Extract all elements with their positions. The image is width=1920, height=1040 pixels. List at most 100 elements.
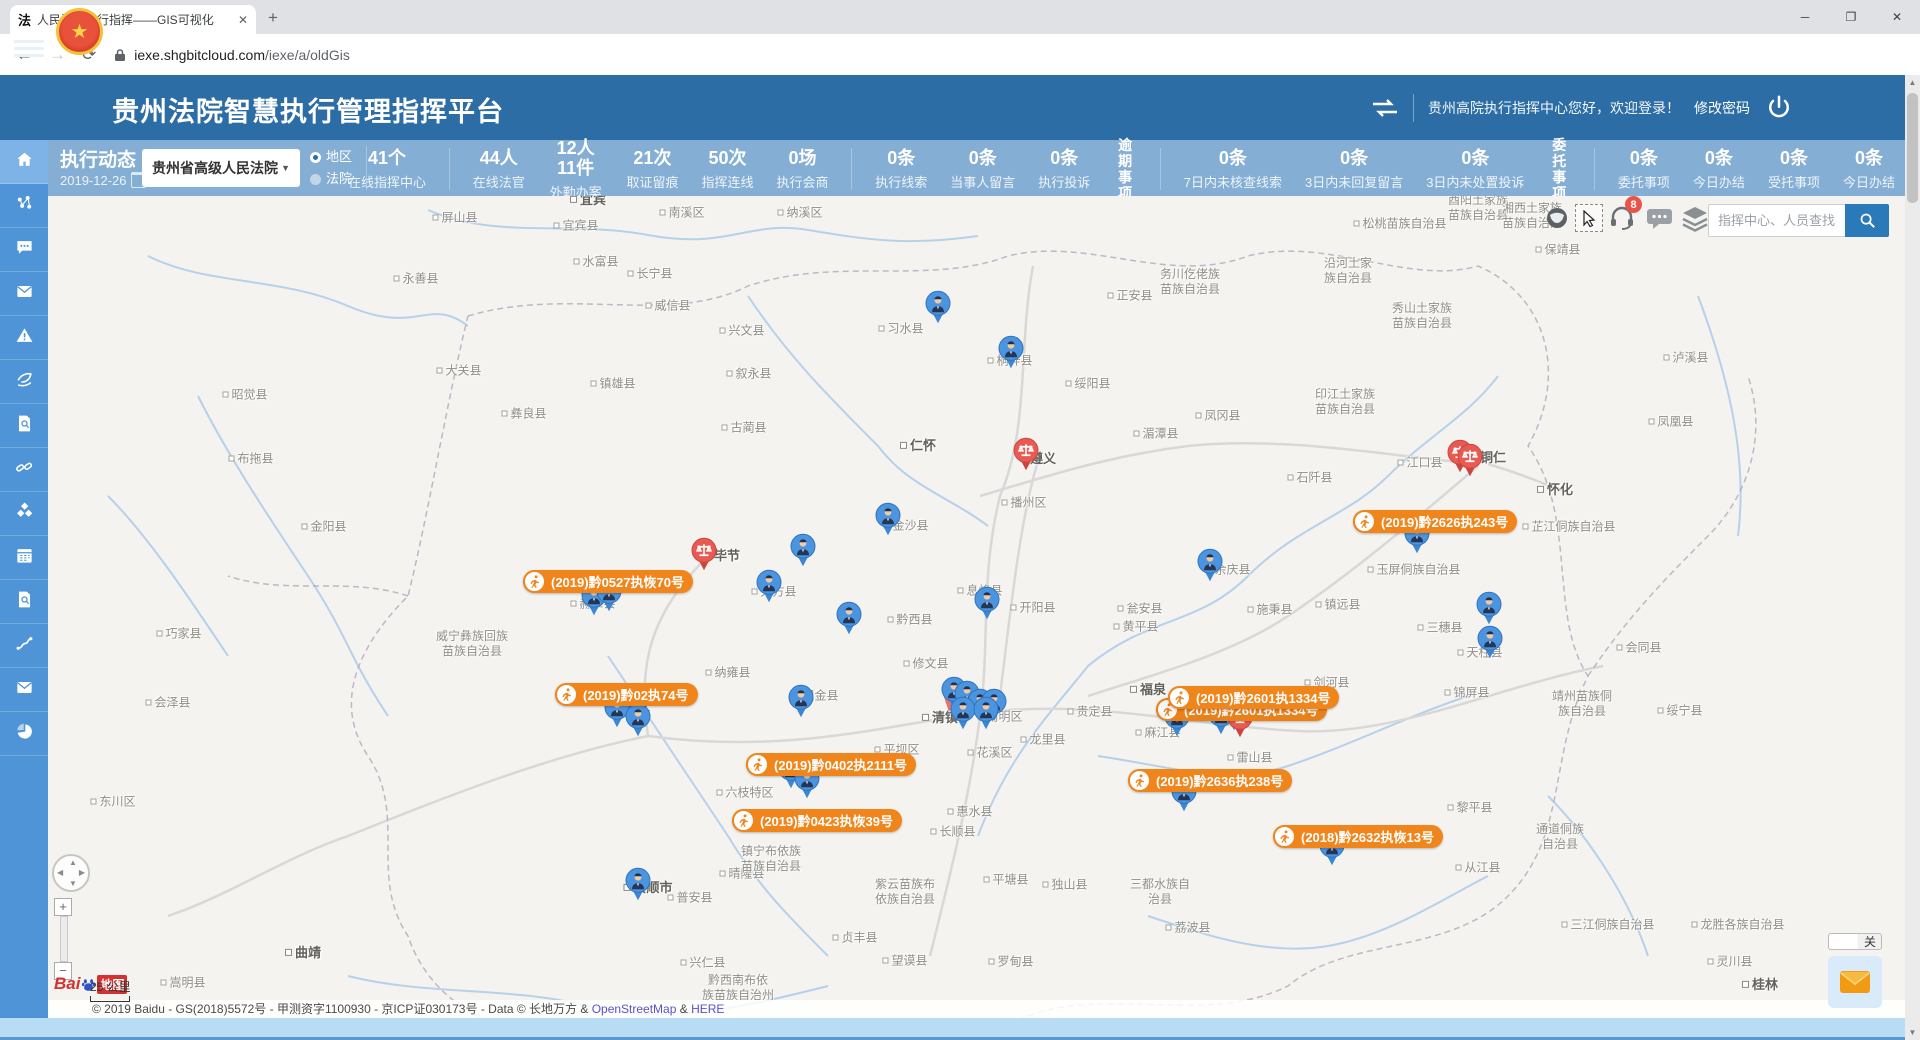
- case-number-label[interactable]: (2019)黔02执74号: [555, 683, 698, 706]
- select-tool-control[interactable]: [1575, 204, 1603, 232]
- officer-pin[interactable]: [756, 569, 782, 603]
- place-label: 黔西南布依 族苗族自治州: [702, 973, 774, 1003]
- osm-link[interactable]: OpenStreetMap: [592, 1002, 677, 1016]
- sidebar-item-link[interactable]: [0, 448, 48, 492]
- app-title: 贵州法院智慧执行管理指挥平台: [112, 90, 504, 129]
- url-bar[interactable]: iexe.shgbitcloud.com/iexe/a/oldGis: [114, 47, 1694, 63]
- pan-down-icon[interactable]: ▼: [69, 879, 77, 888]
- sidebar-item-doc-search[interactable]: [0, 580, 48, 624]
- officer-pin[interactable]: [625, 867, 651, 901]
- map-search-button[interactable]: [1845, 204, 1889, 237]
- officer-pin[interactable]: [1476, 591, 1502, 625]
- sidebar-item-chat[interactable]: [0, 228, 48, 272]
- sidebar-item-warning[interactable]: [0, 316, 48, 360]
- sidebar-item-org-chart[interactable]: [0, 184, 48, 228]
- sidebar-item-home[interactable]: [0, 140, 48, 184]
- sidebar-item-route[interactable]: [0, 624, 48, 668]
- officer-pin[interactable]: [1477, 625, 1503, 659]
- notification-badge[interactable]: 8: [1625, 196, 1642, 213]
- case-number-label[interactable]: (2019)黔0402执2111号: [746, 753, 916, 776]
- place-label: 瓮安县: [1117, 602, 1162, 617]
- place-label: 怀化: [1537, 482, 1573, 498]
- map-search-input[interactable]: [1708, 204, 1845, 237]
- sidebar-item-calendar[interactable]: [0, 536, 48, 580]
- switch-view-icon[interactable]: [1371, 98, 1399, 118]
- gis-map[interactable]: 屏山县宜宾宜宾县南溪区纳溪区水富县长宁县兴文县叙永县古蔺县习水县桐梓县正安县绥阳…: [48, 196, 1905, 1018]
- window-minimize-button[interactable]: ─: [1782, 0, 1828, 34]
- place-label: 纳雍县: [705, 666, 750, 681]
- zoom-track[interactable]: [60, 916, 68, 962]
- url-domain: iexe.shgbitcloud.com: [134, 47, 265, 63]
- vertical-scrollbar[interactable]: ▲ ▼: [1905, 75, 1920, 1040]
- place-label: 永善县: [393, 272, 438, 287]
- officer-pin[interactable]: [836, 601, 862, 635]
- case-number-label[interactable]: (2019)黔0423执恢39号: [732, 809, 902, 832]
- officer-pin[interactable]: [875, 502, 901, 536]
- pan-right-icon[interactable]: ▶: [79, 868, 85, 877]
- window-close-button[interactable]: ✕: [1874, 0, 1920, 34]
- place-label: 锦屏县: [1444, 686, 1489, 701]
- cursor-icon: [1582, 210, 1597, 227]
- stat-item: 0条当事人留言: [950, 148, 1015, 191]
- place-label: 曲靖: [285, 945, 321, 961]
- scroll-up-icon[interactable]: ▲: [1905, 75, 1920, 90]
- court-pin[interactable]: [1457, 443, 1483, 477]
- place-label: 威信县: [645, 299, 690, 314]
- layers-control[interactable]: [1681, 206, 1709, 232]
- runner-icon: [523, 570, 546, 593]
- scrollbar-thumb[interactable]: [1907, 93, 1918, 203]
- officer-pin[interactable]: [790, 533, 816, 567]
- stat-item: 0条受托事项: [1768, 148, 1820, 191]
- case-number-label[interactable]: (2019)黔2601执1334号: [1168, 686, 1339, 709]
- window-maximize-button[interactable]: ❐: [1828, 0, 1874, 34]
- officer-pin[interactable]: [1197, 548, 1223, 582]
- radio-court[interactable]: 法院: [310, 168, 352, 190]
- officer-pin[interactable]: [974, 586, 1000, 620]
- calendar-icon: [15, 546, 34, 570]
- place-label: 花溪区: [967, 746, 1012, 761]
- case-number-label[interactable]: (2018)黔2632执恢13号: [1273, 825, 1443, 848]
- case-number-label[interactable]: (2019)黔2636执238号: [1128, 769, 1292, 792]
- court-pin[interactable]: [1013, 437, 1039, 471]
- tab-close-icon[interactable]: ✕: [238, 13, 248, 27]
- zoom-in-button[interactable]: +: [54, 898, 72, 916]
- runner-icon: [1273, 825, 1296, 848]
- stats-date[interactable]: 2019-12-26: [60, 172, 146, 188]
- case-number-label[interactable]: (2019)黔0527执恢70号: [523, 570, 693, 593]
- scroll-down-icon[interactable]: ▼: [1905, 1025, 1920, 1040]
- officer-pin[interactable]: [625, 703, 651, 737]
- pan-left-icon[interactable]: ◀: [57, 868, 63, 877]
- place-label: 三穗县: [1417, 621, 1462, 636]
- sidebar-item-pie-chart[interactable]: [0, 712, 48, 756]
- sidebar-toggle-hamburger-icon[interactable]: [14, 36, 44, 61]
- sidebar-item-mail[interactable]: [0, 272, 48, 316]
- message-control[interactable]: [1646, 208, 1673, 230]
- court-pin[interactable]: [691, 537, 717, 571]
- place-label: 会泽县: [145, 696, 190, 711]
- header-divider: [1413, 94, 1414, 122]
- radio-region[interactable]: 地区: [310, 146, 352, 168]
- panel-close-toggle[interactable]: 关: [1828, 933, 1882, 950]
- sidebar-item-cubes[interactable]: [0, 492, 48, 536]
- sidebar-item-doc-search[interactable]: [0, 404, 48, 448]
- sidebar-item-mail[interactable]: [0, 668, 48, 712]
- message-panel-button[interactable]: [1828, 956, 1882, 1008]
- court-selector-dropdown[interactable]: 贵州省高级人民法院▼: [142, 149, 300, 187]
- pan-up-icon[interactable]: ▲: [69, 858, 77, 867]
- new-tab-button[interactable]: +: [268, 8, 278, 28]
- logout-power-icon[interactable]: [1764, 93, 1794, 123]
- browser-tab[interactable]: 法 人民法院执行指挥——GIS可视化 ✕: [10, 5, 256, 34]
- change-password-link[interactable]: 修改密码: [1694, 98, 1750, 118]
- officer-pin[interactable]: [998, 335, 1024, 369]
- here-link[interactable]: HERE: [691, 1002, 724, 1016]
- officer-pin[interactable]: [973, 696, 999, 730]
- place-label: 正安县: [1107, 289, 1152, 304]
- officer-pin[interactable]: [788, 684, 814, 718]
- case-number-label[interactable]: (2019)黔2626执243号: [1353, 510, 1517, 533]
- place-label: 绥宁县: [1657, 704, 1702, 719]
- map-pan-compass[interactable]: ▲ ▼ ◀ ▶: [52, 854, 90, 892]
- locate-control[interactable]: [1545, 206, 1569, 230]
- place-label: 罗甸县: [988, 955, 1033, 970]
- sidebar-item-hand-leaf[interactable]: [0, 360, 48, 404]
- officer-pin[interactable]: [925, 290, 951, 324]
